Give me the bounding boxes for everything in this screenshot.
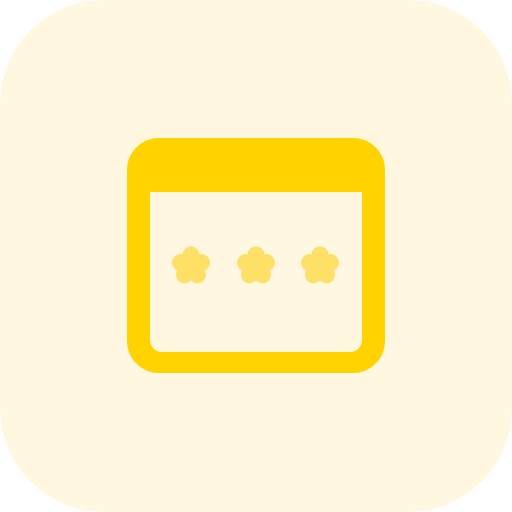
asterisk-icon — [237, 246, 275, 284]
asterisk-icon — [301, 246, 339, 284]
icon-background-tile — [0, 0, 512, 512]
asterisk-icon — [172, 246, 210, 284]
password-window-icon — [127, 138, 385, 373]
password-dots — [172, 246, 339, 284]
